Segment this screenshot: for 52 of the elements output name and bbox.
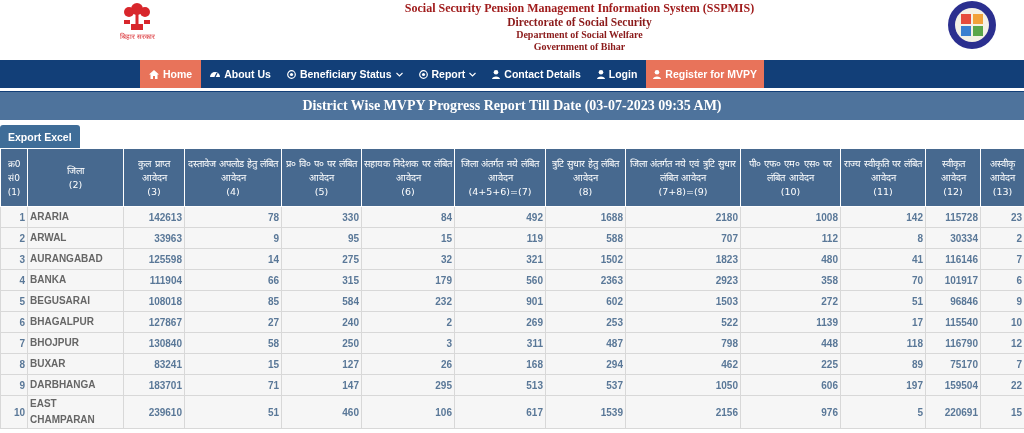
nav-link[interactable]: Report (411, 60, 484, 88)
table-cell: 8 (0, 353, 28, 375)
table-cell: 10 (0, 395, 28, 429)
column-header: जिला अंतर्गत नये लंबित आवेदन (4+5+6)=(7) (454, 148, 546, 207)
table-cell: 5 (0, 290, 28, 312)
nav-link[interactable]: Beneficiary Status (279, 60, 410, 88)
circle-dot-icon (418, 69, 428, 79)
table-cell: 460 (281, 395, 362, 429)
table-cell: 7 (0, 332, 28, 354)
report-title: District Wise MVPY Progress Report Till Date (03-07-2023 09:35 AM) (0, 92, 1024, 120)
user-icon (492, 69, 501, 79)
system-title: Social Security Pension Management Information System (SSPMIS) (404, 1, 755, 15)
nav-link[interactable]: Contact Details (485, 60, 588, 88)
column-header: त्रुटि सुधार हेतु लंबित आवेदन (8) (545, 148, 626, 207)
column-header: क्र0 सं0 (1) (0, 148, 28, 207)
table-cell: 220691 (925, 395, 981, 429)
table-cell: 1 (0, 206, 28, 228)
column-header: पी० एफ० एम० एस० पर लंबित आवेदन (10) (740, 148, 841, 207)
home-icon (149, 69, 159, 79)
column-header: प्र० वि० प० पर लंबित आवेदन (5) (281, 148, 362, 207)
column-header: अस्वीकृ आवेदन (13) (980, 148, 1024, 207)
gauge-icon (210, 70, 221, 78)
export-excel-button[interactable]: Export Excel (0, 125, 80, 148)
table-cell: 106 (361, 395, 455, 429)
table-cell: 976 (740, 395, 841, 429)
table-cell: 617 (454, 395, 546, 429)
column-header: राज्य स्वीकृति पर लंबित आवेदन (11) (840, 148, 926, 207)
table-cell: 9 (0, 374, 28, 396)
table-cell: 1539 (545, 395, 626, 429)
table-cell: 239610 (123, 395, 185, 429)
table-cell: 3 (0, 248, 28, 270)
user-icon (653, 69, 662, 79)
header-line: Government of Bihar (533, 41, 626, 53)
table-cell: 2 (0, 227, 28, 249)
column-header: जिला अंतर्गत नये एवं त्रुटि सुधार लंबित आवेदन (7+8)=(9) (625, 148, 741, 207)
column-header: जिला (2) (27, 148, 124, 207)
table-cell: 51 (184, 395, 282, 429)
district-cell: EAST CHAMPARAN (27, 395, 124, 429)
column-header: कुल प्राप्त आवेदन (3) (123, 148, 185, 207)
nav-link[interactable]: About Us (203, 60, 278, 88)
circle-dot-icon (286, 69, 296, 79)
table-cell: 4 (0, 269, 28, 291)
table-cell: 6 (0, 311, 28, 333)
table-cell: 5 (840, 395, 926, 429)
nav-link[interactable]: Login (589, 60, 645, 88)
header-line: Department of Social Welfare (516, 29, 643, 41)
user-icon (596, 69, 605, 79)
header-line: Directorate of Social Security (507, 15, 652, 29)
table-cell: 2156 (625, 395, 741, 429)
column-header: स्वीकृत आवेदन (12) (925, 148, 981, 207)
column-header: सहायक निदेशक पर लंबित आवेदन (6) (361, 148, 455, 207)
column-header: दस्तावेज अपलोड हेतु लंबित आवेदन (4) (184, 148, 282, 207)
